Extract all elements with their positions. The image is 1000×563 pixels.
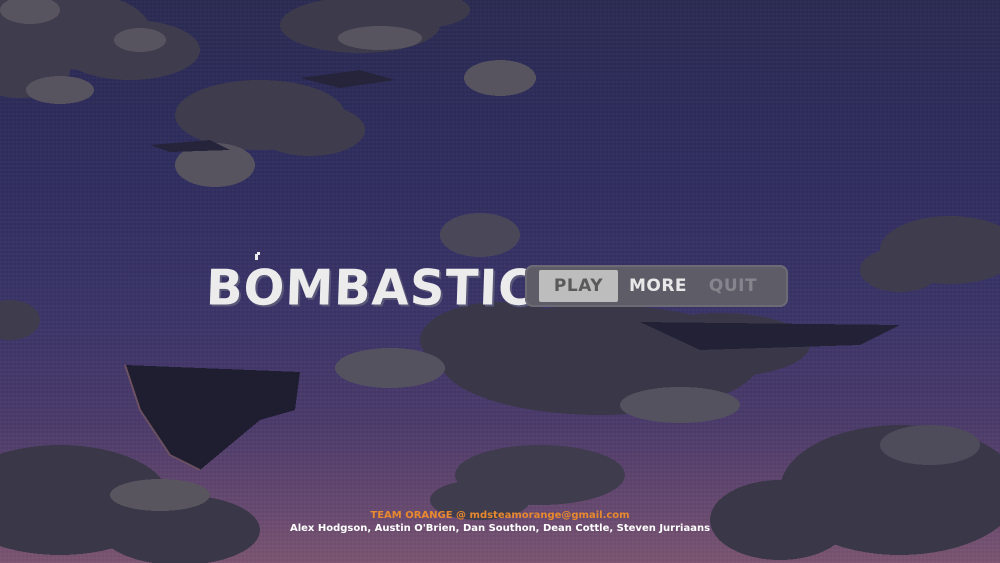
- bomb-fuse-icon: [255, 252, 260, 260]
- quit-button[interactable]: QUIT: [698, 265, 768, 307]
- play-button[interactable]: PLAY: [539, 270, 618, 302]
- more-button[interactable]: MORE: [618, 265, 698, 307]
- game-title-screen: BOMBASTIC PLAY MORE QUIT TEAM ORANGE @ m…: [0, 0, 1000, 563]
- game-title: BOMBASTIC: [205, 259, 536, 317]
- team-contact: TEAM ORANGE @ mdsteamorange@gmail.com: [370, 510, 630, 521]
- main-menu: PLAY MORE QUIT: [525, 265, 788, 307]
- cloud-center-large: [420, 302, 810, 415]
- credits: TEAM ORANGE @ mdsteamorange@gmail.com Al…: [0, 509, 1000, 535]
- cloud-right-mid: [860, 216, 1000, 292]
- team-members: Alex Hodgson, Austin O'Brien, Dan Southo…: [289, 523, 711, 534]
- game-logo: BOMBASTIC: [205, 252, 536, 317]
- cloud-top-right: [464, 60, 536, 96]
- floating-island: [125, 365, 300, 470]
